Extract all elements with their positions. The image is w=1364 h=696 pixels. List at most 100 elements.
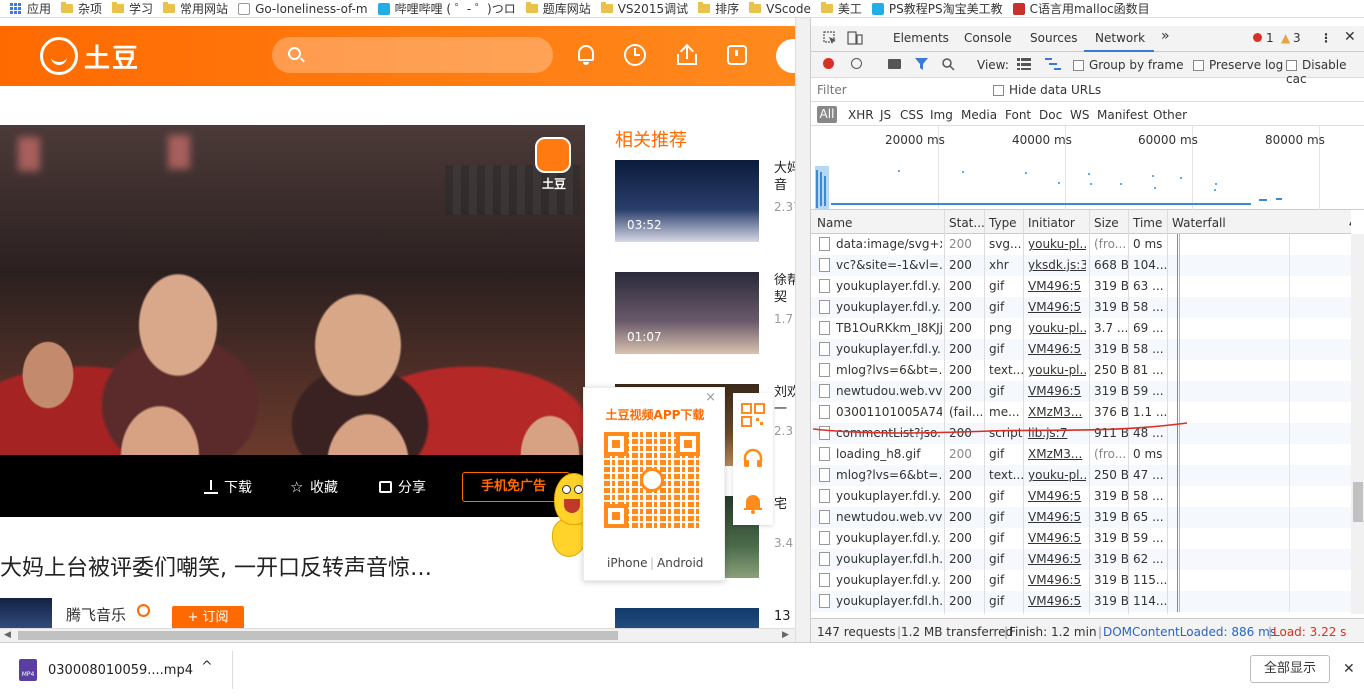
sort-up-icon[interactable]: ▲ xyxy=(1349,216,1351,227)
page-vertical-scrollbar[interactable] xyxy=(795,18,810,642)
request-row[interactable]: TB1OuRKkm_I8KJj... 200 png youku-pl... 3.7 .… xyxy=(811,318,1351,339)
clear-icon[interactable] xyxy=(851,58,862,72)
bookmark-item[interactable]: PS教程PS淘宝美工教 xyxy=(871,0,1003,17)
request-name[interactable]: newtudou.web.vv... xyxy=(836,384,942,398)
related-video-item[interactable]: 01:07 徐帮默契 1.7 xyxy=(615,272,810,354)
group-by-frame-checkbox[interactable]: Group by frame xyxy=(1073,58,1183,72)
qr-code-icon[interactable] xyxy=(741,403,765,427)
capture-screenshots-icon[interactable] xyxy=(888,58,901,72)
type-filter-other[interactable]: Other xyxy=(1153,108,1187,122)
request-name[interactable]: youkuplayer.fdl.y... xyxy=(836,279,942,293)
request-initiator[interactable]: VM496:5 xyxy=(1028,552,1086,566)
request-initiator[interactable]: VM496:5 xyxy=(1028,384,1086,398)
request-name[interactable]: loading_h8.gif xyxy=(836,447,942,461)
request-initiator[interactable]: XMzM3... xyxy=(1028,405,1086,419)
request-initiator[interactable]: VM496:5 xyxy=(1028,279,1086,293)
request-name[interactable]: youkuplayer.fdl.y... xyxy=(836,489,942,503)
request-row[interactable]: mlog?lvs=6&bt=... 200 text... youku-pl... 25… xyxy=(811,360,1351,381)
tab-network[interactable]: Network xyxy=(1095,31,1145,45)
close-devtools-icon[interactable]: ✕ xyxy=(1344,29,1356,45)
bookmark-item[interactable]: VS2015调试 xyxy=(600,0,688,17)
request-initiator[interactable]: VM496:5 xyxy=(1028,573,1086,587)
bookmark-item[interactable]: Go-loneliness-of-m xyxy=(238,2,368,16)
bookmark-item[interactable]: 常用网站 xyxy=(163,0,228,17)
bookmark-item[interactable]: 题库网站 xyxy=(525,0,591,17)
preserve-log-checkbox[interactable]: Preserve log xyxy=(1193,58,1283,72)
related-thumbnail[interactable] xyxy=(615,608,759,628)
related-thumbnail[interactable]: 01:07 xyxy=(615,272,759,354)
scrollbar-thumb[interactable] xyxy=(1353,482,1363,522)
related-video-item[interactable]: 03:52 大妈声音 2.37 xyxy=(615,160,810,242)
request-row[interactable]: youkuplayer.fdl.y... 200 gif VM496:5 319 B 59… xyxy=(811,528,1351,549)
warning-icon[interactable]: ▲ xyxy=(1281,31,1290,45)
request-row[interactable]: 03001101005A74... (fail... me... XMzM3... 37… xyxy=(811,402,1351,423)
type-filter-doc[interactable]: Doc xyxy=(1039,108,1062,122)
request-row[interactable]: youkuplayer.fdl.y... 200 gif VM496:5 319 B 58… xyxy=(811,339,1351,360)
show-all-downloads-button[interactable]: 全部显示 xyxy=(1250,655,1330,683)
type-filter-all[interactable]: All xyxy=(817,106,837,123)
record-icon[interactable] xyxy=(823,58,834,72)
download-filename[interactable]: 030008010059....mp4 xyxy=(48,663,193,678)
related-thumbnail[interactable]: 03:52 xyxy=(615,160,759,242)
requests-scrollbar[interactable] xyxy=(1351,234,1364,614)
column-initiator[interactable]: Initiator xyxy=(1028,216,1075,230)
subscribe-button[interactable]: + 订阅 xyxy=(172,606,244,628)
request-name[interactable]: youkuplayer.fdl.y... xyxy=(836,342,942,356)
request-name[interactable]: data:image/svg+x... xyxy=(836,237,942,251)
close-icon[interactable]: ✕ xyxy=(1343,661,1355,677)
request-initiator[interactable]: youku-pl... xyxy=(1028,321,1086,335)
kebab-menu-icon[interactable]: ⋮ xyxy=(1320,31,1332,45)
close-icon[interactable]: × xyxy=(705,390,716,405)
request-name[interactable]: 03001101005A74... xyxy=(836,405,942,419)
bookmark-item[interactable]: 美工 xyxy=(820,0,862,17)
tab-elements[interactable]: Elements xyxy=(893,31,949,45)
bookmark-item[interactable]: 杂项 xyxy=(61,0,102,17)
request-row[interactable]: newtudou.web.vv... 200 gif VM496:5 319 B 65 .… xyxy=(811,507,1351,528)
chevron-up-icon[interactable]: ^ xyxy=(201,659,213,675)
request-row[interactable]: youkuplayer.fdl.h... 200 gif VM496:5 319 B 62… xyxy=(811,549,1351,570)
video-player[interactable]: 土豆 下载 ☆ 收藏 分享 手机免广告 xyxy=(0,125,585,517)
request-initiator[interactable]: VM496:5 xyxy=(1028,594,1086,608)
type-filter-js[interactable]: JS xyxy=(880,108,891,122)
video-frame[interactable]: 土豆 xyxy=(0,125,585,455)
request-initiator[interactable]: VM496:5 xyxy=(1028,510,1086,524)
type-filter-ws[interactable]: WS xyxy=(1070,108,1089,122)
request-initiator[interactable]: youku-pl... xyxy=(1028,468,1086,482)
request-row[interactable]: newtudou.web.vv... 200 gif VM496:5 319 B 59 .… xyxy=(811,381,1351,402)
request-row[interactable]: loading_h8.gif 200 gif XMzM3... (fro... 0 ms xyxy=(811,444,1351,465)
filter-icon[interactable] xyxy=(915,58,928,73)
request-initiator[interactable]: youku-pl... xyxy=(1028,237,1086,251)
request-initiator[interactable]: VM496:5 xyxy=(1028,531,1086,545)
request-row[interactable]: youkuplayer.fdl.y... 200 gif VM496:5 319 B 58… xyxy=(811,297,1351,318)
request-row[interactable]: data:image/svg+x... 200 svg... youku-pl... (… xyxy=(811,234,1351,255)
search-input[interactable] xyxy=(272,37,553,73)
uploader-avatar[interactable] xyxy=(0,598,52,628)
scrollbar-thumb[interactable] xyxy=(18,631,618,640)
column-time[interactable]: Time xyxy=(1133,216,1162,230)
headset-icon[interactable] xyxy=(741,447,765,471)
type-filter-css[interactable]: CSS xyxy=(900,108,924,122)
request-name[interactable]: youkuplayer.fdl.h... xyxy=(836,552,942,566)
request-initiator[interactable]: VM496:5 xyxy=(1028,300,1086,314)
request-row[interactable]: mlog?lvs=6&bt=... 200 text... youku-pl... 25… xyxy=(811,465,1351,486)
request-initiator[interactable]: youku-pl... xyxy=(1028,363,1086,377)
more-tabs-icon[interactable]: » xyxy=(1161,28,1170,44)
tudou-logo[interactable]: 土豆 xyxy=(40,36,140,76)
request-name[interactable]: youkuplayer.fdl.h... xyxy=(836,594,942,608)
bookmark-item[interactable]: 应用 xyxy=(10,0,51,17)
filter-input[interactable] xyxy=(817,82,981,98)
uploader-name[interactable]: 腾飞音乐 xyxy=(66,604,126,625)
network-overview-timeline[interactable]: 20000 ms 40000 ms 60000 ms 80000 ms xyxy=(811,126,1364,210)
bookmark-item[interactable]: 学习 xyxy=(112,0,153,17)
request-name[interactable]: TB1OuRKkm_I8KJj... xyxy=(836,321,942,335)
hide-data-urls-checkbox[interactable]: Hide data URLs xyxy=(993,83,1101,97)
request-initiator[interactable]: XMzM3... xyxy=(1028,447,1086,461)
scroll-right-icon[interactable]: ▶ xyxy=(782,630,789,640)
error-icon[interactable] xyxy=(1253,31,1262,45)
iphone-link[interactable]: iPhone xyxy=(607,556,648,570)
type-filter-media[interactable]: Media xyxy=(961,108,997,122)
upload-icon[interactable] xyxy=(676,43,698,66)
device-toolbar-icon[interactable] xyxy=(847,31,863,48)
request-initiator[interactable]: VM496:5 xyxy=(1028,489,1086,503)
share-button[interactable]: 分享 xyxy=(379,477,426,497)
